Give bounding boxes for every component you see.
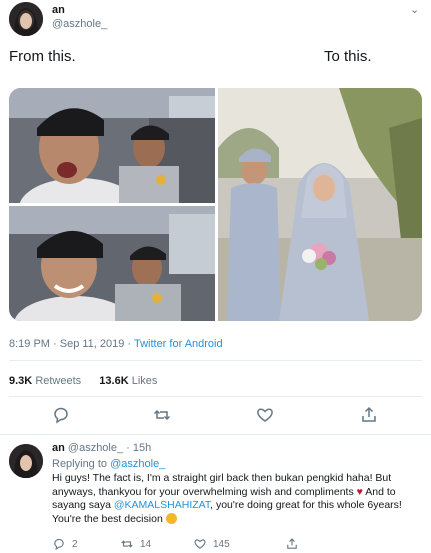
reply-tweet[interactable]: an @aszhole_ · 15h Replying to @aszhole_…	[0, 440, 431, 553]
chevron-down-icon[interactable]: ⌄	[410, 3, 419, 16]
reply-action-bar: 2 14 145	[0, 537, 431, 553]
retweet-icon[interactable]	[152, 405, 174, 427]
tweet-source-link[interactable]: Twitter for Android	[134, 338, 223, 350]
reply-button[interactable]: 2	[52, 537, 78, 551]
like-button[interactable]: 145	[193, 537, 230, 551]
tweet-stats: 9.3K Retweets 13.6K Likes	[9, 375, 157, 387]
heart-icon	[194, 539, 206, 549]
retweet-icon	[121, 540, 133, 548]
share-icon[interactable]	[359, 405, 381, 427]
avatar[interactable]	[9, 2, 43, 36]
like-label[interactable]: Likes	[132, 375, 158, 387]
photo-car-selfie-bottom[interactable]	[9, 206, 215, 321]
divider	[0, 434, 431, 435]
divider	[9, 360, 422, 361]
reply-display-name[interactable]: an	[52, 442, 65, 454]
mention-link[interactable]: @KAMALSHAHIZAT	[114, 499, 210, 511]
display-name[interactable]: an	[52, 4, 65, 16]
replying-to-handle[interactable]: @aszhole_	[110, 458, 165, 470]
replying-to: Replying to @aszhole_	[52, 458, 165, 470]
reply-text: Hi guys! The fact is, I'm a straight gir…	[52, 472, 417, 526]
share-icon	[287, 538, 297, 549]
reply-count: 2	[72, 538, 78, 550]
share-button[interactable]	[285, 537, 299, 551]
kiss-emoji-icon	[165, 512, 177, 524]
divider	[9, 396, 422, 397]
avatar[interactable]	[9, 444, 43, 478]
tweet-header: an @aszhole_ ⌄	[0, 0, 431, 40]
like-count: 145	[213, 538, 230, 550]
reply-icon[interactable]	[51, 405, 73, 427]
like-count[interactable]: 13.6K	[99, 375, 128, 387]
reply-handle-time[interactable]: @aszhole_ · 15h	[68, 442, 151, 454]
tweet-text-from: From this.	[9, 48, 76, 65]
user-handle[interactable]: @aszhole_	[52, 18, 107, 30]
retweet-button[interactable]: 14	[120, 537, 151, 551]
red-heart-emoji-icon: ♥	[356, 485, 363, 498]
photo-wedding[interactable]	[218, 88, 422, 321]
replying-to-label: Replying to	[52, 458, 108, 470]
reply-icon	[54, 538, 64, 551]
retweet-count[interactable]: 9.3K	[9, 375, 32, 387]
tweet-timestamp: 8:19 PM · Sep 11, 2019 · Twitter for And…	[9, 338, 223, 350]
reply-header: an @aszhole_ · 15h	[52, 442, 151, 454]
reply-text-part-1: Hi guys! The fact is, I'm a straight gir…	[52, 472, 392, 498]
heart-icon[interactable]	[255, 405, 277, 427]
tweet-action-bar	[0, 405, 431, 429]
tweet-text-to: To this.	[324, 48, 372, 65]
tweet-time[interactable]: 8:19 PM · Sep 11, 2019 ·	[9, 338, 134, 350]
retweet-label[interactable]: Retweets	[35, 375, 81, 387]
retweet-count: 14	[140, 538, 152, 550]
tweet-media-grid[interactable]	[9, 88, 422, 321]
